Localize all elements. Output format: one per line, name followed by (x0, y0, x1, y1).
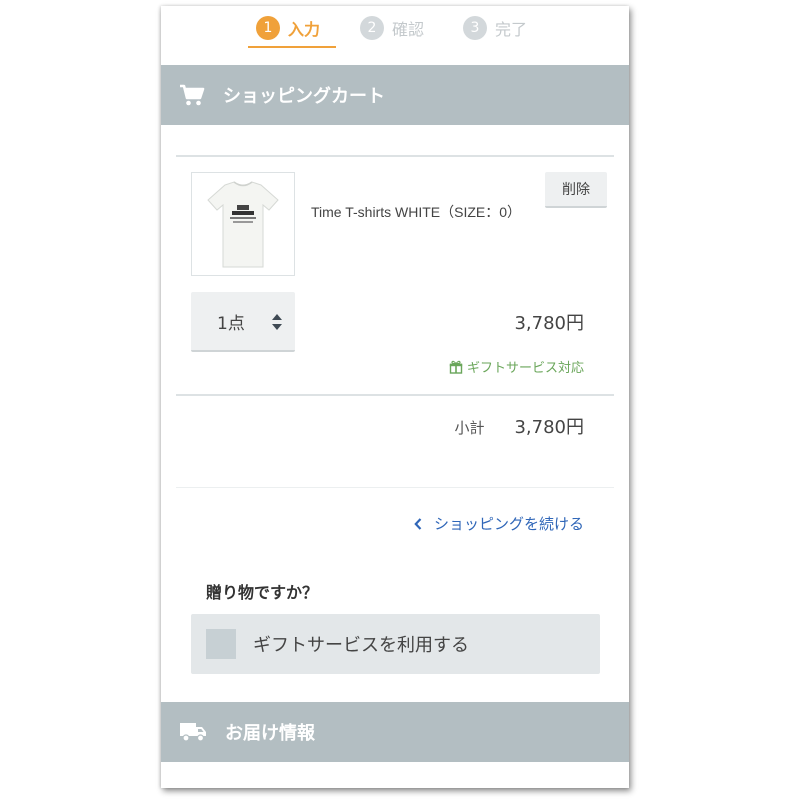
tshirt-image (207, 181, 279, 268)
cart-section-header: ショッピングカート (161, 65, 629, 125)
divider (176, 487, 614, 488)
step-label: 入力 (288, 20, 321, 39)
product-thumbnail[interactable] (191, 172, 295, 276)
section-title: お届け情報 (225, 723, 315, 744)
item-price: 3,780円 (514, 313, 584, 334)
continue-shopping-label: ショッピングを続ける (433, 515, 584, 533)
step-input: 1 入力 (256, 12, 320, 44)
gift-question: 贈り物ですか？ (206, 583, 319, 602)
quantity-select[interactable]: 1点 (191, 292, 295, 352)
delete-button[interactable]: 削除 (545, 172, 607, 208)
step-label: 完了 (495, 20, 528, 39)
divider (176, 155, 614, 157)
gift-service-checkbox[interactable] (206, 629, 236, 659)
truck-icon (180, 723, 206, 742)
checkout-stepper: 1 入力 2 確認 3 完了 (161, 6, 629, 50)
divider (176, 394, 614, 396)
step-confirm: 2 確認 (360, 12, 424, 44)
phone-screen: 1 入力 2 確認 3 完了 ショッピングカート Time T-shirts W… (161, 6, 629, 788)
continue-shopping-link[interactable]: ショッピングを続ける (414, 513, 584, 534)
cart-icon (180, 84, 205, 106)
step-complete: 3 完了 (463, 12, 527, 44)
step-number: 3 (463, 16, 487, 40)
step-number: 2 (360, 16, 384, 40)
gift-service-label[interactable]: ギフトサービスを利用する (253, 631, 469, 657)
gift-service-badge: ギフトサービス対応 (449, 357, 584, 376)
quantity-value: 1点 (217, 313, 245, 334)
step-number: 1 (256, 16, 280, 40)
subtotal-value: 3,780円 (514, 417, 584, 438)
subtotal-label: 小計 (454, 419, 485, 437)
delivery-section-header: お届け情報 (161, 702, 629, 762)
gift-service-option[interactable]: ギフトサービスを利用する (191, 614, 600, 674)
select-arrows-icon (272, 314, 282, 330)
gift-note-text: ギフトサービス対応 (466, 361, 584, 376)
product-name[interactable]: Time T-shirts WHITE（SIZE：0） (311, 200, 543, 225)
subtotal: 小計 3,780円 (454, 413, 584, 439)
chevron-left-icon (414, 517, 422, 530)
gift-icon (449, 360, 463, 374)
section-title: ショッピングカート (223, 86, 385, 107)
active-step-indicator (248, 46, 336, 48)
step-label: 確認 (392, 20, 425, 39)
